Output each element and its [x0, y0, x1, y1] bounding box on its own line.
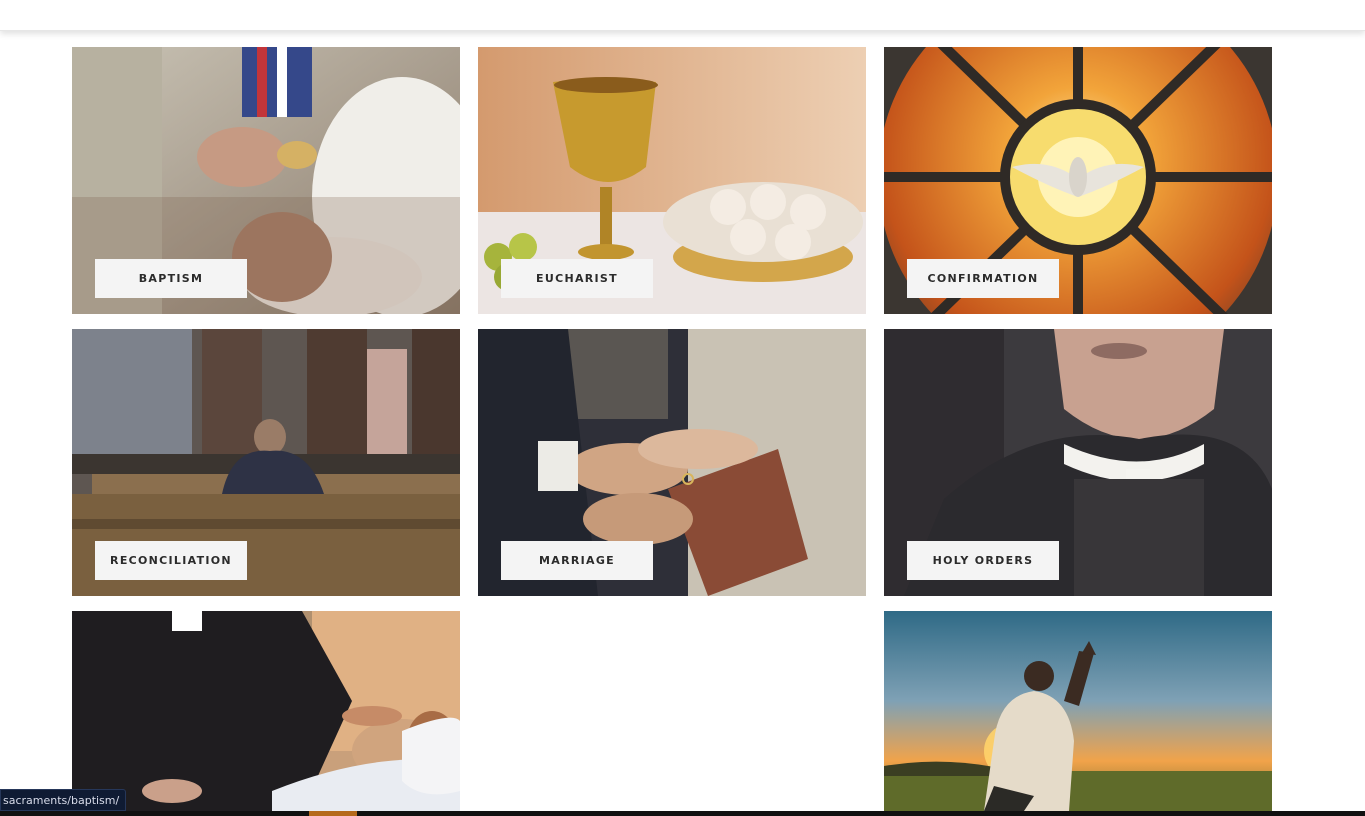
top-header-bar: [0, 0, 1365, 31]
sacrament-tile-confirmation[interactable]: CONFIRMATION: [884, 47, 1272, 314]
sacrament-label[interactable]: EUCHARIST: [501, 259, 653, 298]
footer-accent: [309, 811, 357, 816]
link-status-tooltip: sacraments/baptism/: [0, 789, 127, 811]
sacrament-tile-prayer[interactable]: [884, 611, 1272, 811]
sacrament-tile-holy-orders[interactable]: HOLY ORDERS: [884, 329, 1272, 596]
sacrament-tile-reconciliation[interactable]: RECONCILIATION: [72, 329, 460, 596]
anointing-of-the-sick-image: [72, 611, 460, 811]
footer-strip: [0, 811, 1365, 816]
sacrament-tile-baptism[interactable]: BAPTISM: [72, 47, 460, 314]
sacrament-label[interactable]: RECONCILIATION: [95, 541, 247, 580]
sacrament-tile-marriage[interactable]: MARRIAGE: [478, 329, 866, 596]
prayer-at-sunset-image: [884, 611, 1272, 811]
sacrament-label[interactable]: CONFIRMATION: [907, 259, 1059, 298]
sacrament-tile-anointing[interactable]: [72, 611, 460, 811]
sacrament-label[interactable]: BAPTISM: [95, 259, 247, 298]
sacrament-label[interactable]: HOLY ORDERS: [907, 541, 1059, 580]
sacrament-tile-eucharist[interactable]: EUCHARIST: [478, 47, 866, 314]
sacrament-label[interactable]: MARRIAGE: [501, 541, 653, 580]
